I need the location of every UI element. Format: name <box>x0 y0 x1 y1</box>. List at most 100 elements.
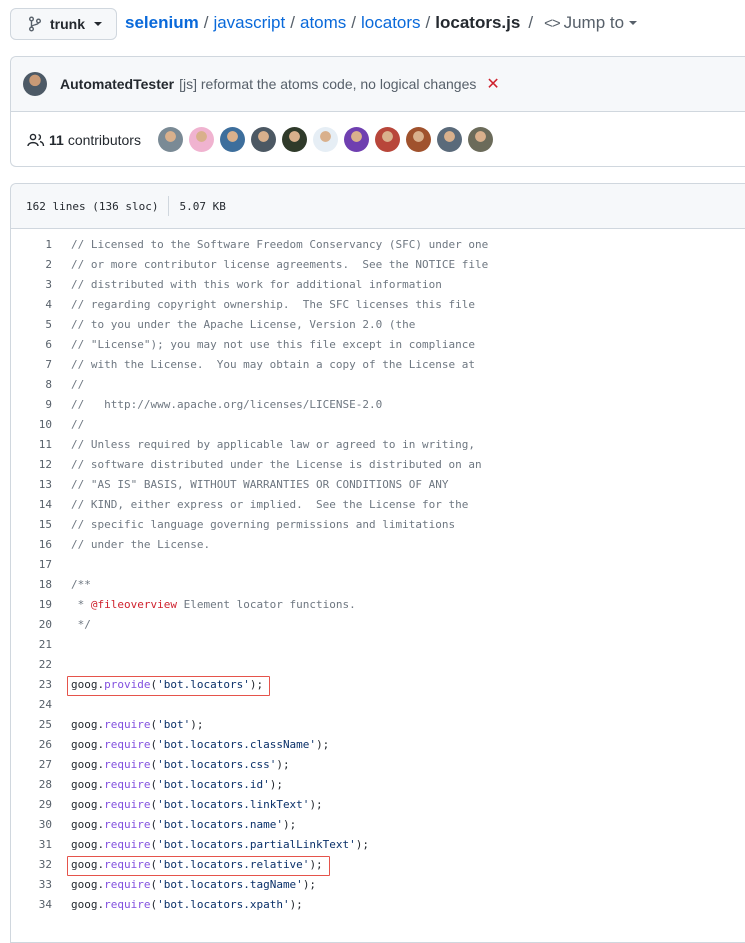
line-number[interactable]: 25 <box>11 718 52 731</box>
code-line: 3 // distributed with this work for addit… <box>11 274 745 294</box>
code-line: 12 // software distributed under the Lice… <box>11 454 745 474</box>
jump-to-label: Jump to <box>563 13 625 32</box>
code-text: // Unless required by applicable law or … <box>71 437 475 451</box>
line-number[interactable]: 7 <box>11 358 52 371</box>
branch-selector-button[interactable]: trunk <box>10 8 117 40</box>
line-number[interactable]: 5 <box>11 318 52 331</box>
code-text: /** <box>71 577 91 591</box>
code-line: 25 goog.require('bot'); <box>11 714 745 734</box>
line-number[interactable]: 18 <box>11 578 52 591</box>
contributor-avatar[interactable] <box>188 127 214 152</box>
breadcrumb-repo-link[interactable]: selenium <box>125 13 199 33</box>
line-number[interactable]: 30 <box>11 818 52 831</box>
code-text: // regarding copyright ownership. The SF… <box>71 297 475 311</box>
line-number[interactable]: 15 <box>11 518 52 531</box>
code-line: 33 goog.require('bot.locators.tagName'); <box>11 874 745 894</box>
jump-to-menu[interactable]: <> Jump to <box>544 13 638 33</box>
code-text: */ <box>71 617 91 631</box>
contributors-label[interactable]: contributors <box>68 132 141 148</box>
line-number[interactable]: 34 <box>11 898 52 911</box>
code-text: goog.require('bot.locators.linkText'); <box>71 797 323 811</box>
line-number[interactable]: 13 <box>11 478 52 491</box>
divider <box>168 196 170 216</box>
code-line: 28 goog.require('bot.locators.id'); <box>11 774 745 794</box>
code-text: goog.require('bot.locators.className'); <box>71 737 330 751</box>
contributor-avatar[interactable] <box>343 127 369 152</box>
contributors-count[interactable]: 11 <box>49 132 64 148</box>
line-number[interactable]: 4 <box>11 298 52 311</box>
file-viewer: 162 lines (136 sloc) 5.07 KB 1 // License… <box>10 183 745 943</box>
avatar[interactable] <box>23 72 47 96</box>
line-number[interactable]: 11 <box>11 438 52 451</box>
contributor-avatar[interactable] <box>405 127 431 152</box>
line-number[interactable]: 33 <box>11 878 52 891</box>
contributor-avatar[interactable] <box>281 127 307 152</box>
code-text: // Licensed to the Software Freedom Cons… <box>71 237 489 251</box>
line-number[interactable]: 28 <box>11 778 52 791</box>
line-number[interactable]: 10 <box>11 418 52 431</box>
breadcrumb-separator: / <box>290 13 295 32</box>
contributors-row: 11 contributors <box>11 112 745 167</box>
code-line: 22 <box>11 654 745 674</box>
code-line: 8 // <box>11 374 745 394</box>
line-number[interactable]: 29 <box>11 798 52 811</box>
file-size: 5.07 KB <box>179 199 226 213</box>
breadcrumb-separator: / <box>351 13 357 32</box>
code-line: 17 <box>11 554 745 574</box>
latest-commit-header: AutomatedTester [js] reformat the atoms … <box>11 57 745 112</box>
contributor-avatar[interactable] <box>312 127 338 152</box>
line-number[interactable]: 31 <box>11 838 52 851</box>
code-line: 10 // <box>11 414 745 434</box>
line-number[interactable]: 21 <box>11 638 52 651</box>
code-line: 21 <box>11 634 745 654</box>
contributor-avatar[interactable] <box>436 127 462 152</box>
breadcrumb-separator: / <box>203 13 209 32</box>
contributor-avatar[interactable] <box>250 127 276 152</box>
line-number[interactable]: 19 <box>11 598 52 611</box>
contributor-avatar[interactable] <box>467 127 493 152</box>
chevron-down-icon <box>94 22 102 26</box>
commit-message-link[interactable]: [js] reformat the atoms code, no logical… <box>179 76 476 92</box>
line-number[interactable]: 8 <box>11 378 52 391</box>
line-number[interactable]: 1 <box>11 238 52 251</box>
line-number[interactable]: 16 <box>11 538 52 551</box>
code-line: 11 // Unless required by applicable law o… <box>11 434 745 454</box>
line-number[interactable]: 9 <box>11 398 52 411</box>
line-number[interactable]: 26 <box>11 738 52 751</box>
breadcrumb-link-atoms[interactable]: atoms <box>300 13 346 33</box>
line-number[interactable]: 20 <box>11 618 52 631</box>
code-text: // KIND, either express or implied. See … <box>71 497 469 511</box>
code-text: goog.require('bot.locators.css'); <box>71 757 290 771</box>
line-number[interactable]: 14 <box>11 498 52 511</box>
line-number[interactable]: 22 <box>11 658 52 671</box>
breadcrumb-separator: / <box>425 13 431 32</box>
code-text: // <box>71 417 85 431</box>
x-icon[interactable]: ✕ <box>486 74 499 94</box>
file-info-bar: 162 lines (136 sloc) 5.07 KB <box>11 184 745 229</box>
code-line: 4 // regarding copyright ownership. The S… <box>11 294 745 314</box>
line-number[interactable]: 2 <box>11 258 52 271</box>
line-number[interactable]: 23 <box>11 678 52 691</box>
line-number[interactable]: 6 <box>11 338 52 351</box>
breadcrumb-link-locators[interactable]: locators <box>361 13 421 33</box>
code-text: goog.require('bot.locators.name'); <box>71 817 297 831</box>
contributor-avatar[interactable] <box>374 127 400 152</box>
file-line-count: 162 lines (136 sloc) <box>26 199 159 213</box>
line-number[interactable]: 3 <box>11 278 52 291</box>
contributor-avatar[interactable] <box>219 127 245 152</box>
code-text: goog.require('bot.locators.relative'); <box>52 855 330 876</box>
breadcrumb-link-javascript[interactable]: javascript <box>213 13 285 33</box>
line-number[interactable]: 32 <box>11 858 52 871</box>
commit-author-link[interactable]: AutomatedTester <box>60 76 174 92</box>
line-number[interactable]: 17 <box>11 558 52 571</box>
code-line: 29 goog.require('bot.locators.linkText'); <box>11 794 745 814</box>
line-number[interactable]: 24 <box>11 698 52 711</box>
line-number[interactable]: 12 <box>11 458 52 471</box>
line-number[interactable]: 27 <box>11 758 52 771</box>
code-line: 19 * @fileoverview Element locator funct… <box>11 594 745 614</box>
contributor-avatar[interactable] <box>157 127 183 152</box>
code-line: 6 // "License"); you may not use this fil… <box>11 334 745 354</box>
